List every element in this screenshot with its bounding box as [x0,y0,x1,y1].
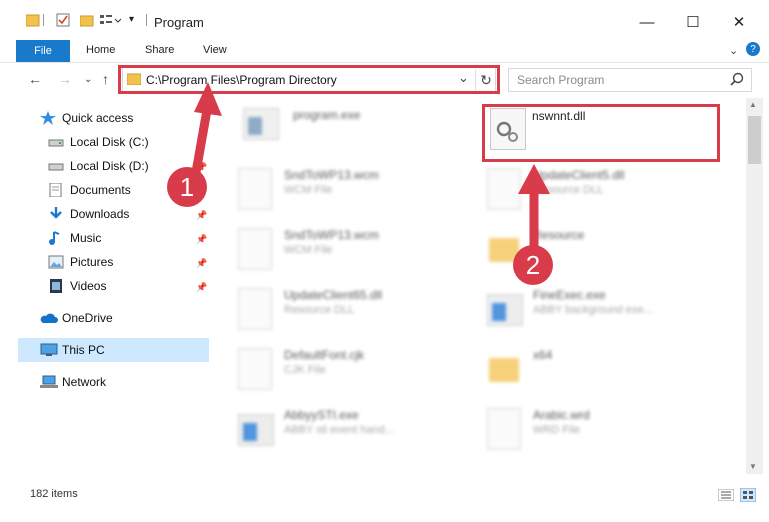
step-1-badge: 1 [167,167,207,207]
arrow-1 [190,82,222,179]
annotation-arrows [190,82,550,252]
arrow-2 [518,164,550,252]
step-2-badge: 2 [513,245,553,285]
